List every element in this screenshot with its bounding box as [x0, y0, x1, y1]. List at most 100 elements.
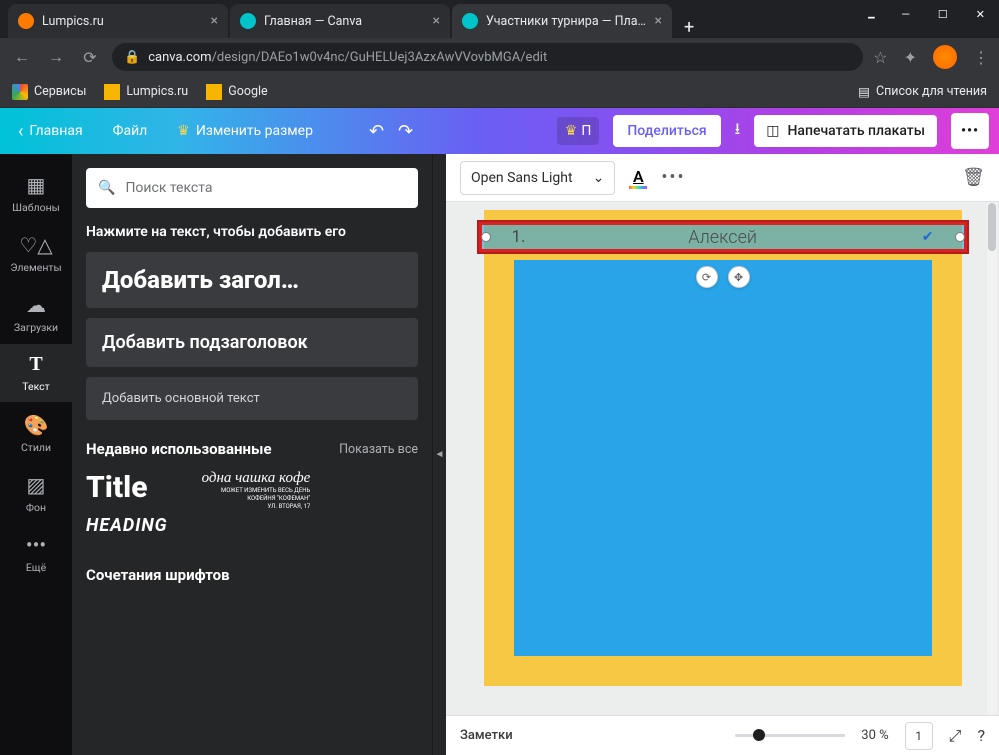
rotate-button[interactable]: ⟳ — [696, 266, 718, 288]
tab-lumpics[interactable]: Lumpics.ru × — [8, 4, 228, 38]
search-input[interactable]: 🔍 Поиск текста — [86, 168, 418, 208]
toolbar-more[interactable]: ••• — [661, 167, 685, 188]
zoom-value[interactable]: 30 % — [861, 728, 888, 743]
url-input[interactable]: 🔒 canva.com/design/DAEo1w0v4nc/GuHELUej3… — [112, 43, 863, 71]
address-bar: ← → ⟳ 🔒 canva.com/design/DAEo1w0v4nc/GuH… — [0, 38, 999, 76]
show-all-link[interactable]: Показать все — [339, 442, 418, 457]
minimize-icon[interactable]: — — [901, 8, 910, 27]
crown-icon: ♛ — [565, 123, 578, 139]
close-icon[interactable]: ✕ — [976, 8, 985, 27]
delete-button[interactable]: 🗑 — [962, 167, 985, 188]
templates-icon: ▦ — [27, 173, 46, 197]
home-button[interactable]: ‹Главная — [10, 115, 91, 148]
main-area: ▦Шаблоны ♡△Элементы ☁Загрузки TТекст 🎨Ст… — [0, 154, 999, 755]
zoom-slider[interactable] — [735, 734, 845, 737]
add-subheading-button[interactable]: Добавить подзаголовок — [86, 318, 418, 367]
list-icon: ▤ — [858, 84, 870, 100]
folder-icon — [206, 84, 222, 100]
tab-close-icon[interactable]: × — [211, 13, 218, 29]
sidenav-more[interactable]: •••Ещё — [0, 524, 72, 582]
new-tab-button[interactable]: + — [674, 17, 704, 38]
download-button[interactable]: ⭳ — [735, 118, 741, 145]
sidenav-background[interactable]: ▨Фон — [0, 464, 72, 522]
sidenav-templates[interactable]: ▦Шаблоны — [0, 164, 72, 222]
favicon-icon — [462, 13, 478, 29]
check-icon: ✔ — [922, 229, 934, 245]
poster-page[interactable]: 1. Алексей ✔ ⟳ ✥ — [484, 210, 962, 686]
tab-canva-design[interactable]: Участники турнира — Плакат × — [452, 4, 672, 38]
tab-close-icon[interactable]: × — [433, 13, 440, 29]
text-color-button[interactable]: A — [629, 167, 647, 189]
chevron-left-icon: ‹ — [18, 121, 23, 142]
background-icon: ▨ — [27, 473, 46, 497]
panel-hint: Нажмите на текст, чтобы добавить его — [86, 224, 418, 240]
poster-strip — [526, 660, 920, 676]
recent-section: Недавно использованные Показать все — [86, 440, 418, 458]
tab-canva-home[interactable]: Главная — Canva × — [230, 4, 450, 38]
notes-button[interactable]: Заметки — [460, 728, 513, 743]
apps-icon — [12, 84, 28, 100]
reload-button[interactable]: ⟳ — [78, 48, 102, 67]
sidenav-uploads[interactable]: ☁Загрузки — [0, 284, 72, 342]
floating-controls: ⟳ ✥ — [696, 266, 750, 288]
selected-text-element[interactable]: 1. Алексей ✔ — [479, 222, 967, 252]
extensions-icon[interactable]: ✦ — [904, 48, 917, 67]
share-button[interactable]: Поделиться — [613, 115, 720, 147]
slider-thumb[interactable] — [753, 729, 765, 741]
preset-title[interactable]: Title HEADING — [86, 470, 168, 536]
fullscreen-button[interactable]: ⤢ — [949, 726, 962, 746]
elements-icon: ♡△ — [19, 233, 52, 257]
preset-kofe[interactable]: одна чашка кофе МОЖЕТ ИЗМЕНИТЬ ВЕСЬ ДЕНЬ… — [202, 470, 311, 536]
file-menu[interactable]: Файл — [105, 119, 156, 143]
editor-footer: Заметки 30 % 1 ⤢ ? — [446, 715, 999, 755]
print-button[interactable]: ◫Напечатать плакаты — [754, 115, 937, 147]
more-icon: ••• — [26, 533, 46, 557]
browser-tabs: Lumpics.ru × Главная — Canva × Участники… — [0, 0, 999, 38]
vertical-scrollbar[interactable] — [987, 202, 997, 715]
list-number: 1. — [512, 227, 526, 247]
cloud-icon: ☁ — [26, 293, 46, 317]
pages-button[interactable]: 1 — [905, 722, 933, 750]
back-button[interactable]: ← — [10, 47, 34, 67]
star-icon[interactable]: ☆ — [873, 48, 887, 67]
reading-list[interactable]: ▤Список для чтения — [858, 84, 987, 100]
maximize-icon[interactable]: ☐ — [938, 8, 948, 27]
poster-icon: ◫ — [766, 123, 779, 139]
forward-button[interactable]: → — [44, 47, 68, 67]
crown-icon: ♛ — [177, 123, 190, 139]
favicon-icon — [240, 13, 256, 29]
folder-icon — [104, 84, 120, 100]
profile-avatar[interactable] — [933, 45, 957, 69]
palette-icon: 🎨 — [24, 413, 49, 437]
restore-down-icon[interactable]: 🗕 — [868, 8, 874, 27]
panel-collapse[interactable]: ◄ — [432, 154, 446, 755]
move-button[interactable]: ✥ — [728, 266, 750, 288]
bookmark-lumpics[interactable]: Lumpics.ru — [104, 84, 188, 100]
font-dropdown[interactable]: Open Sans Light ⌄ — [460, 161, 615, 195]
bookmark-google[interactable]: Google — [206, 84, 267, 100]
sidenav-elements[interactable]: ♡△Элементы — [0, 224, 72, 282]
text-icon: T — [29, 353, 42, 376]
tab-close-icon[interactable]: × — [655, 13, 662, 29]
add-body-button[interactable]: Добавить основной текст — [86, 377, 418, 420]
bookmark-services[interactable]: Сервисы — [12, 84, 86, 100]
canvas-wrap: Open Sans Light ⌄ A ••• 🗑 1. Алексей ✔ ⟳… — [446, 154, 999, 755]
window-controls: 🗕 — ☐ ✕ — [868, 8, 985, 27]
more-button[interactable]: ••• — [951, 113, 989, 149]
lock-icon: 🔒 — [124, 50, 140, 65]
text-panel: 🔍 Поиск текста Нажмите на текст, чтобы д… — [72, 154, 432, 755]
redo-button[interactable]: ↷ — [398, 121, 413, 142]
chevron-down-icon: ⌄ — [593, 170, 605, 186]
scroll-thumb[interactable] — [988, 203, 996, 251]
sidenav-text[interactable]: TТекст — [0, 344, 72, 402]
resize-button[interactable]: ♛Изменить размер — [169, 119, 321, 143]
bookmarks-bar: Сервисы Lumpics.ru Google ▤Список для чт… — [0, 76, 999, 108]
canvas-area[interactable]: 1. Алексей ✔ ⟳ ✥ — [446, 202, 999, 715]
undo-button[interactable]: ↶ — [369, 121, 384, 142]
participant-name[interactable]: Алексей — [526, 227, 922, 248]
sidenav-styles[interactable]: 🎨Стили — [0, 404, 72, 462]
font-combos-section: Сочетания шрифтов — [86, 566, 418, 584]
menu-icon[interactable]: ⋮ — [973, 48, 989, 67]
add-heading-button[interactable]: Добавить загол… — [86, 252, 418, 308]
help-button[interactable]: ? — [977, 726, 985, 745]
